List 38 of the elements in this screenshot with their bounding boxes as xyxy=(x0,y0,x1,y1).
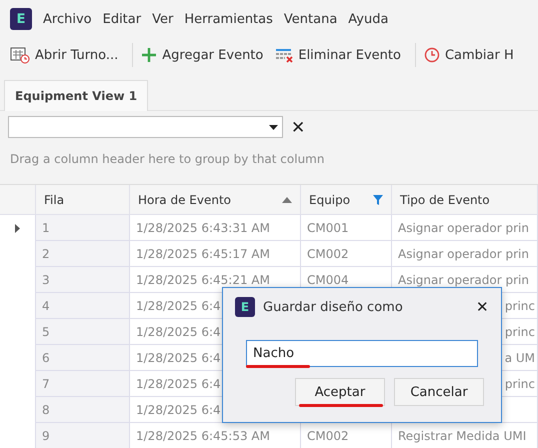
table-cell: 4 xyxy=(36,293,130,319)
table-cell: CM001 xyxy=(301,215,392,241)
toolbar-button[interactable]: Abrir Turno... xyxy=(10,46,124,64)
table-cell: Asignar operador prin xyxy=(392,215,538,241)
toolbar-button[interactable]: Cambiar H xyxy=(424,47,520,63)
table-cell: 2 xyxy=(36,241,130,267)
table-cell: Asignar operador prin xyxy=(392,241,538,267)
table-cell: 3 xyxy=(36,267,130,293)
table-cell: 9 xyxy=(36,423,130,448)
table-cell: 1 xyxy=(36,215,130,241)
table-cell: 1/28/2025 6:45:17 AM xyxy=(130,241,301,267)
menu-item[interactable]: Ayuda xyxy=(348,12,388,26)
table-cell: 8 xyxy=(36,397,130,423)
dialog-button[interactable]: Cancelar xyxy=(394,378,484,406)
table-cell: 5 xyxy=(36,319,130,345)
toolbar-button[interactable]: Eliminar Evento xyxy=(275,47,407,63)
menu-item[interactable]: Ver xyxy=(152,12,174,26)
layout-name-field[interactable]: Nacho xyxy=(246,340,478,367)
column-header[interactable]: Equipo xyxy=(301,185,392,215)
close-button[interactable]: ✕ xyxy=(476,300,489,314)
table-cell: 1/28/2025 6:43:31 AM xyxy=(130,215,301,241)
dialog-button[interactable]: Aceptar xyxy=(295,378,385,406)
table-cell: 7 xyxy=(36,371,130,397)
close-button[interactable]: ✕ xyxy=(291,118,305,136)
menu-item[interactable]: Herramientas xyxy=(184,12,273,26)
app-logo: E xyxy=(235,297,255,317)
toolbar-button[interactable]: Agregar Evento xyxy=(141,47,270,63)
app-logo: E xyxy=(10,8,32,30)
column-header[interactable]: Fila xyxy=(36,185,130,215)
column-header[interactable]: Hora de Evento xyxy=(130,185,301,215)
tab[interactable]: Equipment View 1 xyxy=(4,80,148,111)
table-cell: 6 xyxy=(36,345,130,371)
menu-item[interactable]: Ventana xyxy=(284,12,338,26)
table-cell: CM002 xyxy=(301,241,392,267)
column-header[interactable]: Tipo de Evento xyxy=(392,185,538,215)
menu-item[interactable]: Archivo xyxy=(43,12,92,26)
group-panel-hint: Drag a column header here to group by that column xyxy=(9,151,326,168)
menu-item[interactable]: Editar xyxy=(102,12,142,26)
